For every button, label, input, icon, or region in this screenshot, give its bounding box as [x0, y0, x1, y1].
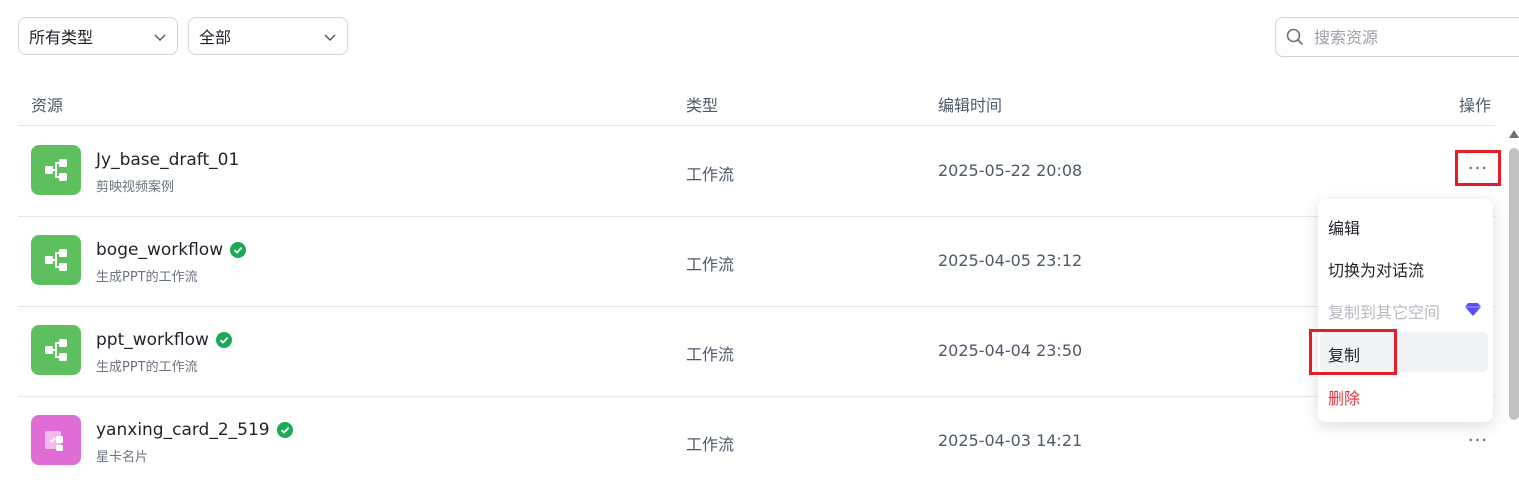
more-actions-button[interactable]: ···: [1455, 150, 1501, 186]
resource-name-text: yanxing_card_2_519: [96, 420, 270, 440]
resource-edit-time: 2025-04-04 23:50: [938, 341, 1083, 360]
more-actions-button[interactable]: ···: [1458, 424, 1498, 456]
resource-name[interactable]: boge_workflow: [96, 240, 247, 260]
resource-type: 工作流: [686, 165, 735, 184]
scrollbar-thumb[interactable]: [1509, 148, 1519, 420]
header-edited: 编辑时间: [938, 96, 1003, 115]
table-row[interactable]: ppt_workflow 生成PPT的工作流 工作流 2025-04-04 23…: [18, 306, 1495, 397]
search-box: [1275, 17, 1519, 57]
published-check-icon: [215, 332, 232, 348]
menu-item-copy-to-workspace-label: 复制到其它空间: [1328, 303, 1441, 322]
workflow-icon: [31, 145, 81, 195]
workflow-icon: [31, 325, 81, 375]
resource-name[interactable]: ppt_workflow: [96, 330, 232, 350]
header-resource: 资源: [31, 96, 64, 115]
table-row[interactable]: boge_workflow 生成PPT的工作流 工作流 2025-04-05 2…: [18, 216, 1495, 307]
scroll-up-arrow[interactable]: [1509, 130, 1519, 138]
resource-name-text: boge_workflow: [96, 240, 224, 260]
resource-type: 工作流: [686, 435, 735, 454]
resource-type: 工作流: [686, 345, 735, 364]
resource-name-text: Jy_base_draft_01: [96, 150, 240, 170]
resource-description: 剪映视频案例: [96, 180, 175, 195]
chevron-down-icon: [154, 34, 166, 42]
table-row[interactable]: Jy_base_draft_01 剪映视频案例 工作流 2025-05-22 2…: [18, 126, 1501, 217]
menu-item-delete[interactable]: 删除: [1328, 385, 1360, 409]
resource-name-text: ppt_workflow: [96, 330, 209, 350]
resource-edit-time: 2025-05-22 20:08: [938, 161, 1083, 180]
published-check-icon: [276, 422, 293, 438]
search-icon: [1286, 28, 1304, 46]
resource-edit-time: 2025-04-03 14:21: [938, 431, 1083, 450]
highlight-box: [1309, 329, 1397, 375]
header-type: 类型: [686, 96, 719, 115]
resource-name[interactable]: yanxing_card_2_519: [96, 420, 293, 440]
menu-item-convert-to-chatflow[interactable]: 切换为对话流: [1328, 257, 1424, 281]
resource-edit-time: 2025-04-05 23:12: [938, 251, 1083, 270]
resource-name[interactable]: Jy_base_draft_01: [96, 150, 239, 170]
card-workflow-icon: [31, 415, 81, 465]
published-check-icon: [230, 242, 247, 258]
row-actions-menu: 编辑 切换为对话流 复制到其它空间 复制 删除: [1309, 199, 1493, 422]
search-input[interactable]: [1312, 26, 1516, 48]
chevron-down-icon: [324, 34, 336, 42]
menu-item-copy-to-workspace: 复制到其它空间: [1328, 299, 1440, 323]
resource-description: 星卡名片: [96, 450, 149, 465]
resource-type: 工作流: [686, 255, 735, 274]
header-actions: 操作: [1459, 96, 1492, 115]
menu-item-edit[interactable]: 编辑: [1328, 215, 1360, 239]
table-row[interactable]: yanxing_card_2_519 星卡名片 工作流 2025-04-03 1…: [18, 396, 1495, 486]
scope-filter-select[interactable]: 全部: [188, 17, 348, 55]
workflow-icon: [31, 235, 81, 285]
diamond-icon: [1465, 303, 1481, 316]
type-filter-select[interactable]: 所有类型: [18, 17, 178, 55]
resource-description: 生成PPT的工作流: [96, 270, 198, 285]
resource-description: 生成PPT的工作流: [96, 360, 198, 375]
scope-filter-value: 全部: [199, 28, 232, 47]
type-filter-value: 所有类型: [29, 28, 94, 47]
